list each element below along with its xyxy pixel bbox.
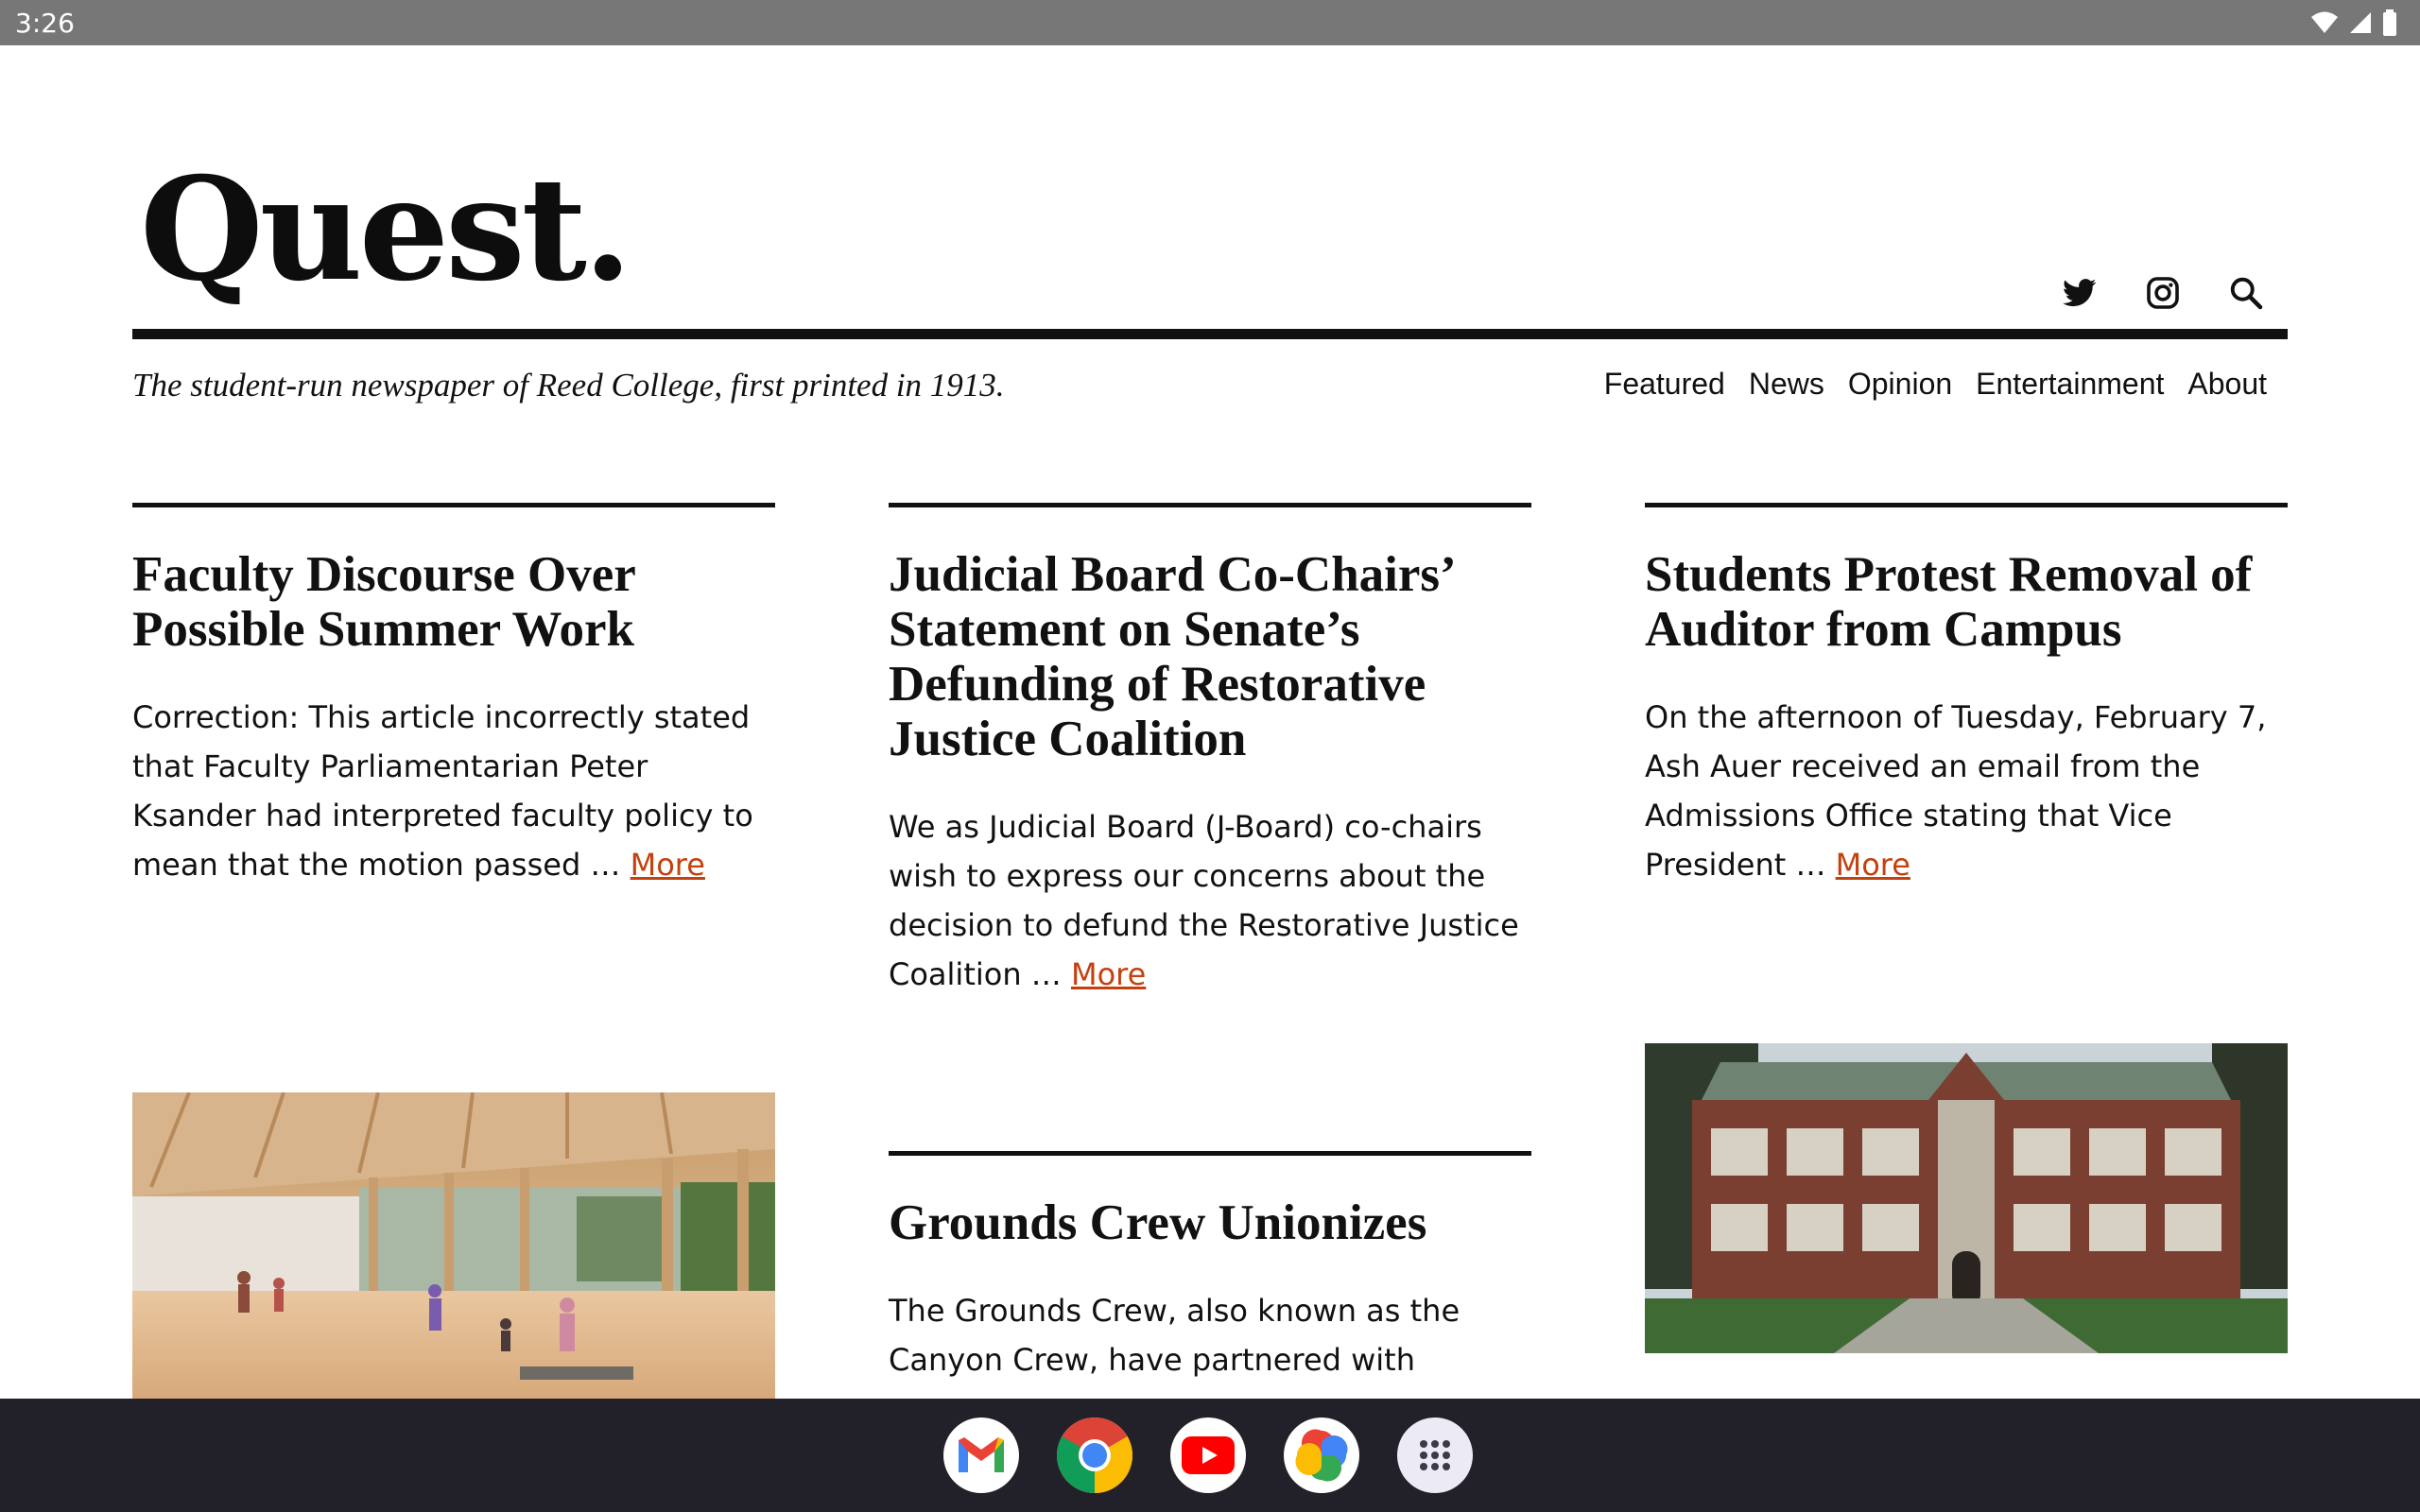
nav-entertainment[interactable]: Entertainment [1976, 367, 2164, 402]
article-card: Judicial Board Co-Chairs’ Statement on S… [889, 503, 1531, 999]
site-logo[interactable]: Quest. [140, 159, 632, 301]
nav-opinion[interactable]: Opinion [1848, 367, 1952, 402]
article-title[interactable]: Grounds Crew Unionizes [889, 1195, 1531, 1250]
nav-featured[interactable]: Featured [1604, 367, 1725, 402]
instagram-icon[interactable] [2140, 270, 2186, 316]
status-time: 3:26 [15, 8, 75, 39]
app-drawer-icon[interactable] [1397, 1418, 1473, 1493]
article-rule [889, 503, 1531, 507]
article-title[interactable]: Judicial Board Co-Chairs’ Statement on S… [889, 547, 1531, 766]
cell-signal-icon [2350, 12, 2371, 33]
more-link[interactable]: More [1071, 956, 1146, 992]
twitter-icon[interactable] [2057, 270, 2102, 316]
article-image-campus[interactable] [1645, 1043, 2288, 1353]
battery-icon [2383, 9, 2396, 36]
article-image-studio[interactable] [132, 1092, 775, 1399]
article-excerpt: On the afternoon of Tuesday, February 7,… [1645, 699, 2267, 883]
status-bar: 3:26 [0, 0, 2420, 45]
chrome-icon[interactable] [1057, 1418, 1132, 1493]
app-dock [0, 1399, 2420, 1512]
article-rule [1645, 503, 2288, 507]
header-icons [2057, 270, 2269, 316]
youtube-icon[interactable] [1170, 1418, 1246, 1493]
system-icons [2310, 9, 2397, 36]
article-card: Faculty Discourse Over Possible Summer W… [132, 503, 775, 889]
article-card: Students Protest Removal of Auditor from… [1645, 503, 2288, 889]
article-title[interactable]: Faculty Discourse Over Possible Summer W… [132, 547, 775, 657]
search-icon[interactable] [2223, 270, 2269, 316]
article-title[interactable]: Students Protest Removal of Auditor from… [1645, 547, 2288, 657]
site-tagline: The student-run newspaper of Reed Colleg… [132, 367, 1005, 404]
nav-about[interactable]: About [2187, 367, 2267, 402]
main-nav: Featured News Opinion Entertainment Abou… [1604, 367, 2267, 402]
article-card: Grounds Crew Unionizes The Grounds Crew,… [889, 1151, 1531, 1384]
wifi-icon [2311, 11, 2338, 33]
nav-news[interactable]: News [1749, 367, 1824, 402]
photos-icon[interactable] [1284, 1418, 1359, 1493]
more-link[interactable]: More [631, 847, 705, 883]
masthead-rule [132, 329, 2288, 339]
gmail-icon[interactable] [943, 1418, 1019, 1493]
more-link[interactable]: More [1836, 847, 1910, 883]
article-excerpt: The Grounds Crew, also known as the Cany… [889, 1293, 1461, 1378]
article-excerpt: Correction: This article incorrectly sta… [132, 699, 753, 883]
article-excerpt: We as Judicial Board (J-Board) co-chairs… [889, 809, 1519, 992]
article-rule [132, 503, 775, 507]
article-rule [889, 1151, 1531, 1156]
